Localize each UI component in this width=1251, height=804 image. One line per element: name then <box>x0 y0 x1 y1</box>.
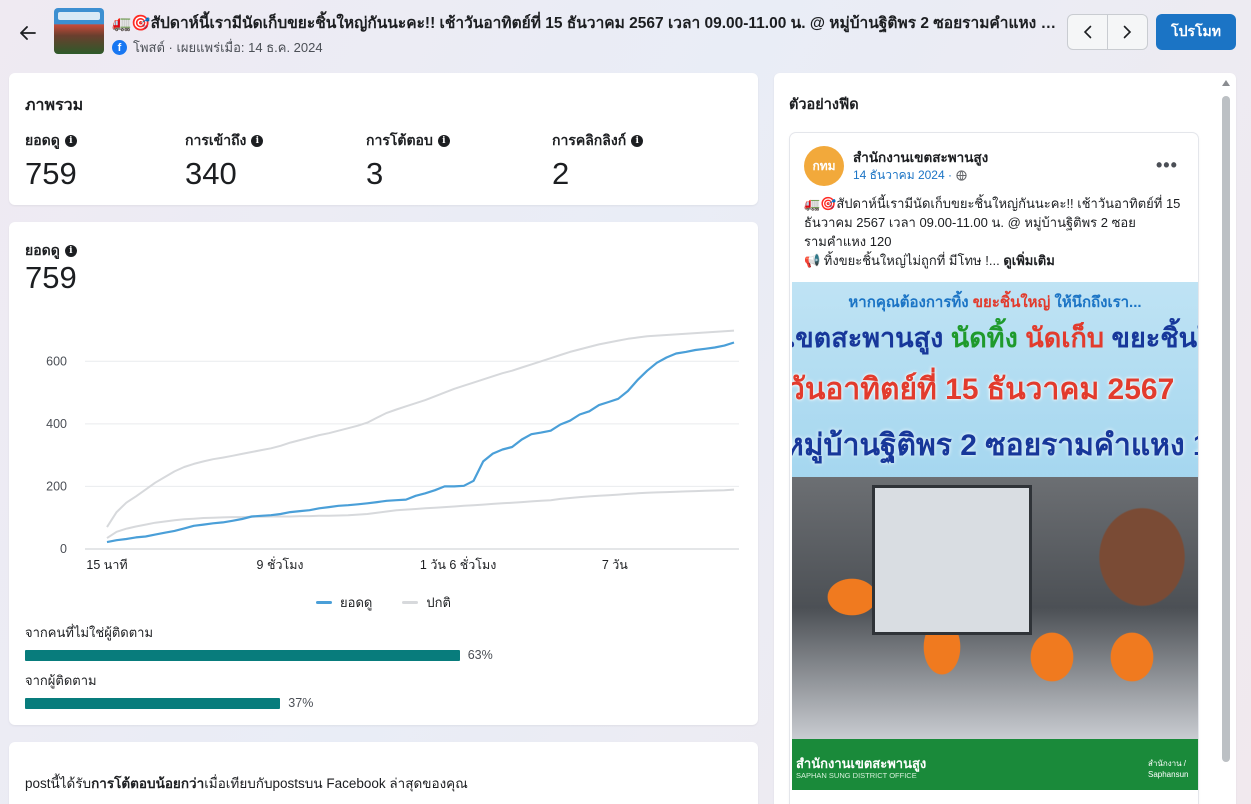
scroll-up-arrow-icon[interactable] <box>1222 80 1230 86</box>
metric-value: 759 <box>25 156 77 191</box>
post-image[interactable]: หากคุณต้องการทิ้ง ขยะชิ้นใหญ่ ให้นึกถึงเ… <box>792 282 1198 790</box>
scrollbar-thumb[interactable] <box>1222 96 1230 762</box>
metric-reach: การเข้าถึง i 340 <box>185 130 264 192</box>
x-tick-label: 9 ชั่วโมง <box>257 556 304 572</box>
breakdown-non-followers: จากคนที่ไม่ใช่ผู้ติดตาม 63% <box>25 622 745 662</box>
views-chart-card: ยอดดู i 759 0 200 400 600 15 นาที 9 ชั่วโมง 1 ว… <box>9 222 758 725</box>
promote-button[interactable]: โปรโมท <box>1156 14 1236 50</box>
globe-icon <box>956 170 967 181</box>
series-line-views <box>106 341 735 544</box>
post-date[interactable]: 14 ธันวาคม 2024 · <box>853 166 967 185</box>
image-text-line2: เขตสะพานสูง นัดทิ้ง นัดเก็บ ขยะชิ้นใหญ่ <box>792 316 1198 359</box>
feed-preview-scrollbar[interactable] <box>1219 78 1233 778</box>
x-tick-label: 1 วัน 6 ชั่วโมง <box>420 556 496 572</box>
metric-value: 2 <box>552 156 570 191</box>
post-body-text-2: 📢 ทิ้งขยะชิ้นใหญ่ไม่ถูกที่ มีโทษ !... <box>804 253 1000 268</box>
breakdown-bar: 63% <box>25 648 745 662</box>
breakdown-bar-fill <box>25 698 281 709</box>
image-footer: สำนักงานเขตสะพานสูง SAPHAN SUNG DISTRICT… <box>792 739 1198 790</box>
note-prefix: postนี้ได้รับ <box>25 776 92 791</box>
legend-swatch-typical <box>402 601 419 604</box>
image-text: ขยะชิ้นใหญ่ <box>1111 323 1198 353</box>
legend-item[interactable]: ยอดดู <box>316 592 372 613</box>
breakdown-percent: 37% <box>288 696 314 710</box>
feed-preview-title: ตัวอย่างฟีด <box>789 97 859 113</box>
post-meta-text: โพสต์ · เผยแพร่เมื่อ: 14 ธ.ค. 2024 <box>133 40 323 55</box>
series-line-typical <box>106 329 735 528</box>
info-icon[interactable]: i <box>251 135 264 147</box>
x-tick-label: 15 นาที <box>86 558 127 572</box>
breakdown-followers: จากผู้ติดตาม 37% <box>25 670 745 710</box>
x-tick-label: 7 วัน <box>602 558 628 572</box>
engagement-note-card: postนี้ได้รับการโต้ตอบน้อยกว่าเมื่อเทียบ… <box>9 742 758 804</box>
more-dots-icon[interactable]: ••• <box>1156 155 1178 176</box>
truck-shape <box>872 485 1032 635</box>
overview-title: ภาพรวม <box>25 97 84 114</box>
image-text: นัดเก็บ <box>1025 323 1105 353</box>
post-body-line: 📢 ทิ้งขยะชิ้นใหญ่ไม่ถูกที่ มีโทษ !... ดู… <box>804 251 1184 270</box>
engagement-note: postนี้ได้รับการโต้ตอบน้อยกว่าเมื่อเทียบ… <box>25 772 468 794</box>
y-tick-label: 200 <box>46 479 67 493</box>
info-icon[interactable]: i <box>631 135 644 147</box>
image-text-line1: หากคุณต้องการทิ้ง ขยะชิ้นใหญ่ ให้นึกถึงเ… <box>792 290 1198 314</box>
metric-label: ยอดดู <box>25 132 60 148</box>
legend-swatch-views <box>316 601 333 604</box>
post-navigation <box>1067 14 1148 50</box>
image-text-line3: วันอาทิตย์ที่ 15 ธันวาคม 2567 <box>792 373 1175 406</box>
info-icon[interactable]: i <box>64 135 77 147</box>
chart-legend: ยอดดู ปกติ <box>9 592 758 613</box>
metric-link-clicks: การคลิกลิงก์ i 2 <box>552 130 644 192</box>
legend-label: ปกติ <box>426 595 451 610</box>
post-header: 🚛🎯สัปดาห์นี้เรามีนัดเก็บขยะชิ้นใหญ่กันนะ… <box>0 0 1251 70</box>
breakdown-percent: 63% <box>467 648 493 662</box>
image-footer-en: SAPHAN SUNG DISTRICT OFFICE <box>796 771 917 780</box>
y-tick-label: 0 <box>60 542 67 556</box>
image-photo <box>792 477 1198 739</box>
metric-label: การคลิกลิงก์ <box>552 132 627 148</box>
metric-engagement: การโต้ตอบ i 3 <box>366 130 450 192</box>
post-body: 🚛🎯สัปดาห์นี้เรามีนัดเก็บขยะชิ้นใหญ่กันนะ… <box>804 194 1184 270</box>
series-line-typical <box>106 488 735 539</box>
back-arrow-icon[interactable] <box>14 20 42 46</box>
post-body-text: 🚛🎯สัปดาห์นี้เรามีนัดเก็บขยะชิ้นใหญ่กันนะ… <box>804 196 1181 249</box>
metric-value: 340 <box>185 156 237 191</box>
image-text: หากคุณต้องการทิ้ง <box>848 294 969 311</box>
facebook-post-preview: กทม สำนักงานเขตสะพานสูง 14 ธันวาคม 2024 … <box>790 133 1198 804</box>
image-text: ให้นึกถึงเรา... <box>1054 294 1142 311</box>
breakdown-label: จากผู้ติดตาม <box>25 673 97 688</box>
legend-label: ยอดดู <box>340 595 373 610</box>
chevron-right-icon[interactable] <box>1107 15 1147 49</box>
see-more-link[interactable]: ดูเพิ่มเติม <box>1003 253 1054 268</box>
breakdown-bar: 37% <box>25 696 745 710</box>
y-tick-label: 400 <box>46 417 67 431</box>
image-text-line4: หมู่บ้านฐิติพร 2 ซอยรามคำแหง 1 <box>792 429 1198 462</box>
y-tick-label: 600 <box>46 354 67 368</box>
post-date-text: 14 ธันวาคม 2024 · <box>853 168 952 182</box>
image-text: เขตสะพานสูง <box>792 323 944 353</box>
note-suffix: เมื่อเทียบกับpostsบน Facebook ล่าสุดของค… <box>204 776 468 791</box>
legend-item[interactable]: ปกติ <box>402 592 451 613</box>
chevron-left-icon[interactable] <box>1068 15 1107 49</box>
page-name[interactable]: สำนักงานเขตสะพานสูง <box>853 146 988 168</box>
note-bold: การโต้ตอบน้อยกว่า <box>91 776 205 791</box>
post-meta: f โพสต์ · เผยแพร่เมื่อ: 14 ธ.ค. 2024 <box>112 37 323 58</box>
metric-views: ยอดดู i 759 <box>25 130 77 192</box>
metric-value: 3 <box>366 156 384 191</box>
facebook-icon: f <box>112 40 127 55</box>
metric-label: การโต้ตอบ <box>366 132 433 148</box>
post-title: 🚛🎯สัปดาห์นี้เรามีนัดเก็บขยะชิ้นใหญ่กันนะ… <box>112 15 1057 32</box>
image-footer-right: สำนักงาน / Saphansun <box>1148 759 1189 779</box>
metric-label: การเข้าถึง <box>185 132 247 148</box>
breakdown-bar-fill <box>25 650 460 661</box>
image-text: ขยะชิ้นใหญ่ <box>972 294 1051 311</box>
avatar[interactable]: กทม <box>804 146 844 186</box>
views-line-chart[interactable]: 0 200 400 600 15 นาที 9 ชั่วโมง 1 วัน 6 ชั่วโม… <box>9 222 758 592</box>
info-icon[interactable]: i <box>437 135 450 147</box>
overview-card: ภาพรวม ยอดดู i 759 การเข้าถึง i 340 การโต้… <box>9 73 758 205</box>
image-text: นัดทิ้ง <box>950 323 1018 353</box>
breakdown-label: จากคนที่ไม่ใช่ผู้ติดตาม <box>25 625 154 640</box>
post-thumbnail[interactable] <box>54 8 104 54</box>
